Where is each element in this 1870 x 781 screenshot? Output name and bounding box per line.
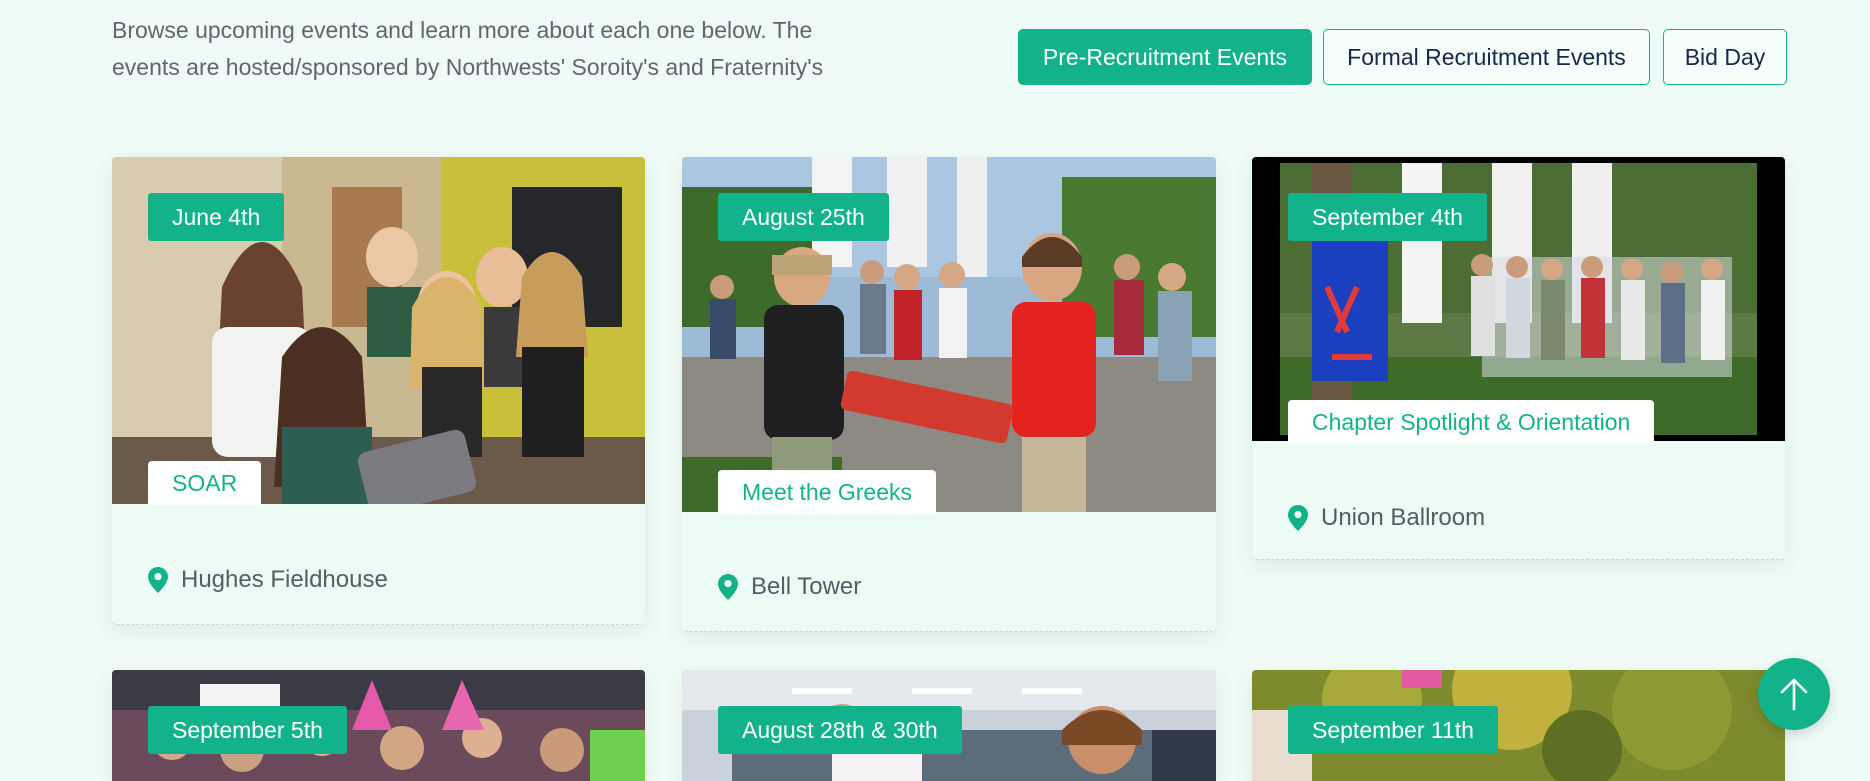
event-title-tab: Chapter Spotlight & Orientation — [1288, 400, 1655, 444]
event-card-september-11th[interactable]: September 11th — [1252, 670, 1785, 781]
scroll-to-top-button[interactable] — [1758, 658, 1830, 730]
event-card-august-28th-30th[interactable]: August 28th & 30th — [682, 670, 1216, 781]
event-card-soar[interactable]: June 4th SOAR Hughes Fieldhouse — [112, 157, 645, 625]
map-pin-icon — [718, 574, 738, 600]
event-card-meet-the-greeks[interactable]: August 25th Meet the Greeks Bell Tower — [682, 157, 1216, 632]
intro-line-1: Browse upcoming events and learn more ab… — [112, 17, 813, 43]
event-card-chapter-spotlight[interactable]: September 4th Chapter Spotlight & Orient… — [1252, 157, 1785, 560]
map-pin-icon — [148, 567, 168, 593]
event-location: Hughes Fieldhouse — [148, 566, 388, 594]
event-title-tab: SOAR — [148, 461, 262, 505]
event-card-september-5th[interactable]: September 5th — [112, 670, 645, 781]
event-location: Union Ballroom — [1288, 504, 1485, 532]
event-location-label: Hughes Fieldhouse — [181, 566, 388, 593]
events-page: Browse upcoming events and learn more ab… — [0, 0, 1870, 781]
event-date-badge: August 25th — [718, 193, 889, 241]
events-intro-text: Browse upcoming events and learn more ab… — [112, 12, 892, 86]
event-date-badge: September 11th — [1288, 706, 1498, 754]
event-date-badge: June 4th — [148, 193, 285, 241]
intro-line-2: events are hosted/sponsored by Northwest… — [112, 54, 824, 80]
event-location-label: Union Ballroom — [1321, 504, 1486, 531]
event-date-badge: September 4th — [1288, 193, 1487, 241]
filter-formal-recruitment-button[interactable]: Formal Recruitment Events — [1323, 29, 1650, 85]
arrow-up-icon — [1780, 678, 1808, 711]
filter-pre-recruitment-button[interactable]: Pre-Recruitment Events — [1018, 29, 1312, 85]
event-date-badge: September 5th — [148, 706, 347, 754]
event-location: Bell Tower — [718, 573, 861, 601]
event-date-badge: August 28th & 30th — [718, 706, 962, 754]
event-location-label: Bell Tower — [751, 573, 862, 600]
filter-bid-day-button[interactable]: Bid Day — [1663, 29, 1787, 85]
event-title-tab: Meet the Greeks — [718, 470, 937, 514]
map-pin-icon — [1288, 505, 1308, 531]
